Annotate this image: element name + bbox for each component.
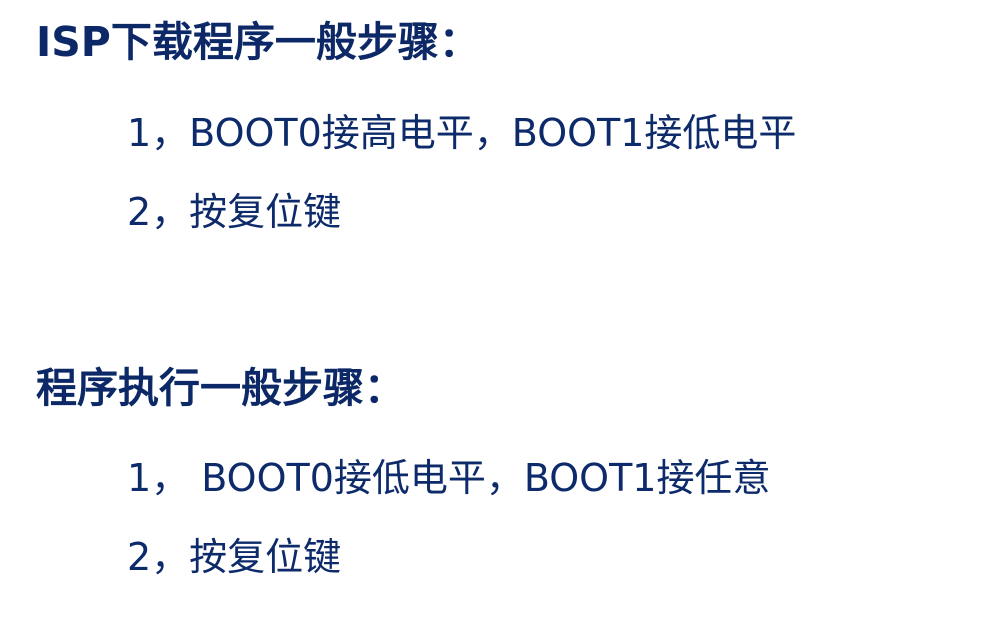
isp-step-2: 2，按复位键 [127, 190, 342, 234]
execution-heading: 程序执行一般步骤： [36, 364, 405, 412]
isp-heading: ISP下载程序一般步骤： [36, 18, 480, 66]
execution-step-2: 2，按复位键 [127, 535, 342, 579]
execution-step-1: 1， BOOT0接低电平，BOOT1接任意 [127, 456, 771, 500]
isp-step-1: 1，BOOT0接高电平，BOOT1接低电平 [127, 111, 797, 155]
